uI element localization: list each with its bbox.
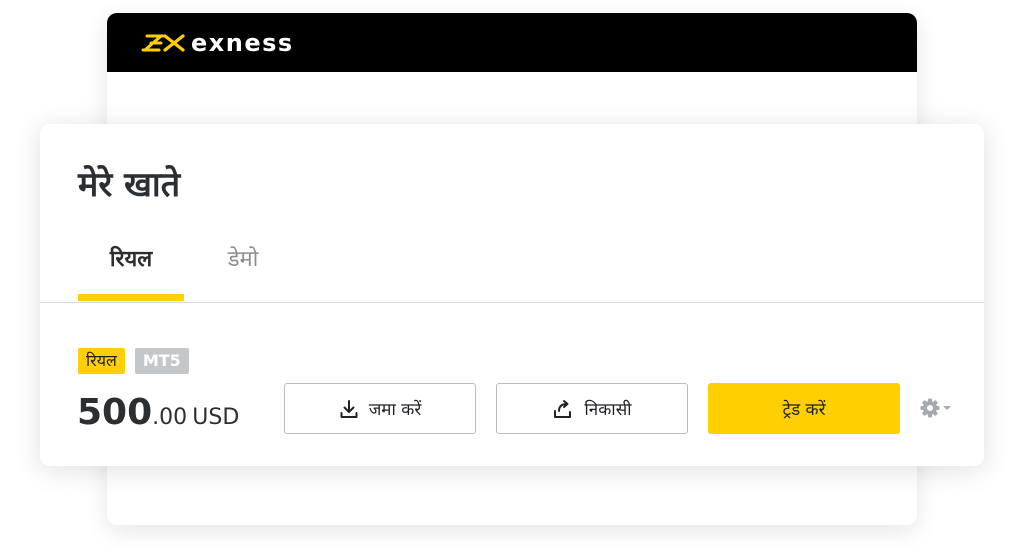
deposit-label: जमा करें xyxy=(368,400,422,420)
trade-label: ट्रेड करें xyxy=(782,400,826,420)
tab-demo[interactable]: डेमो xyxy=(184,240,302,302)
tabs-divider xyxy=(40,302,984,303)
brand-logo[interactable]: exness xyxy=(139,29,294,57)
account-tabs: रियल डेमो xyxy=(78,240,302,302)
top-bar: exness xyxy=(107,13,917,72)
balance-decimal: .00 xyxy=(152,405,188,430)
tab-real[interactable]: रियल xyxy=(78,240,184,302)
withdraw-label: निकासी xyxy=(584,400,632,420)
account-balance: 500.00 USD xyxy=(77,392,239,433)
trade-button[interactable]: ट्रेड करें xyxy=(708,383,900,434)
page-title: मेरे खाते xyxy=(78,165,181,205)
account-badges: रियल MT5 xyxy=(78,348,189,374)
caret-down-icon xyxy=(942,404,952,412)
deposit-button[interactable]: जमा करें xyxy=(284,383,476,434)
gear-icon xyxy=(920,398,940,418)
account-type-badge: रियल xyxy=(78,348,125,374)
balance-currency: USD xyxy=(192,405,240,430)
withdraw-button[interactable]: निकासी xyxy=(496,383,688,434)
account-settings-menu[interactable] xyxy=(920,398,952,418)
share-icon xyxy=(552,399,574,419)
stage: exness मेरे खाते रियल डेमो रियल MT5 500.… xyxy=(0,0,1024,551)
accounts-card: मेरे खाते रियल डेमो रियल MT5 500.00 USD … xyxy=(40,124,984,466)
exness-logo-icon xyxy=(139,32,187,54)
balance-integer: 500 xyxy=(77,392,153,433)
download-icon xyxy=(339,399,359,419)
platform-badge: MT5 xyxy=(134,348,189,374)
brand-name: exness xyxy=(191,28,294,57)
